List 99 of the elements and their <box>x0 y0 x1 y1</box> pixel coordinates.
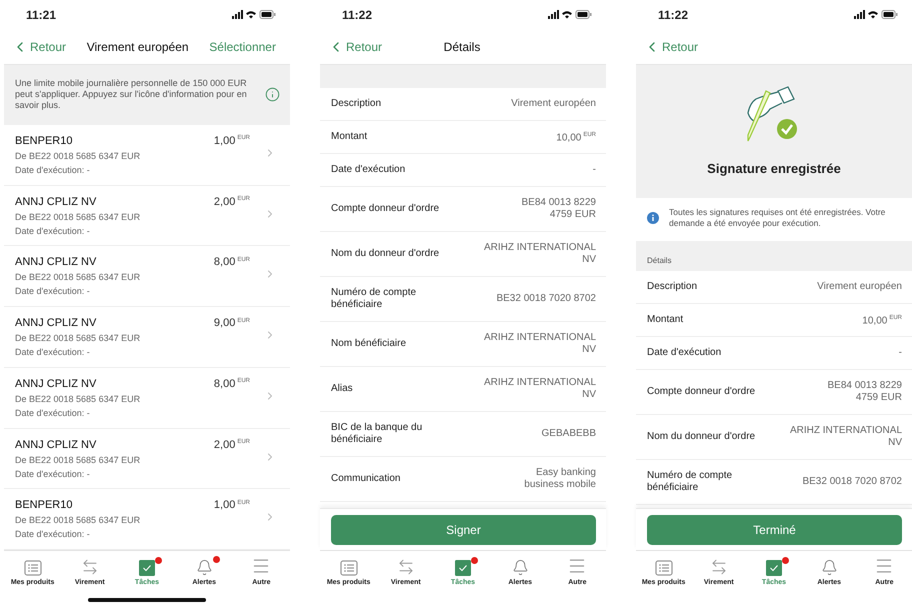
detail-label: Nom bénéficiaire <box>331 338 406 350</box>
detail-label: Numéro de compte bénéficiaire <box>647 470 732 494</box>
detail-value: Easy banking business mobile <box>524 467 596 491</box>
account-text: De BE22 0018 5685 6347 EUR <box>15 151 142 161</box>
beneficiary-name: BENPER10 <box>15 135 74 147</box>
detail-label: Nom du donneur d'ordre <box>331 248 440 260</box>
sign-button[interactable]: Signer <box>331 515 596 545</box>
detail-label: Description <box>647 281 698 293</box>
detail-value: ARIHZ INTERNATIONAL NV <box>484 242 596 266</box>
detail-label: Communication <box>331 473 400 485</box>
status-icons <box>548 10 592 20</box>
detail-label: Nom du donneur d'ordre <box>647 431 756 443</box>
detail-value: Virement européen <box>511 98 596 110</box>
page-title: Virement européen <box>86 40 189 54</box>
amount-text: 2,00 $^{EUR}$ <box>214 438 250 451</box>
amount-text: 1,00 $^{EUR}$ <box>214 499 250 512</box>
detail-value: ARIHZ INTERNATIONAL NV <box>484 377 596 401</box>
detail-value: ARIHZ INTERNATIONAL NV <box>484 332 596 356</box>
account-text: De BE22 0018 5685 6347 EUR <box>15 454 142 465</box>
detail-label: Compte donneur d'ordre <box>331 203 440 215</box>
done-button[interactable]: Terminé <box>647 515 902 545</box>
detail-label: BIC de la banque du bénéficiaire <box>331 422 422 446</box>
list-icon <box>24 560 42 576</box>
beneficiary-name: ANNJ CPLIZ NV <box>15 317 98 330</box>
detail-label: Date d'exécution <box>647 347 722 359</box>
back-button[interactable]: Retour <box>644 39 698 55</box>
status-time: 11:22 <box>342 8 372 22</box>
date-text: Date d'exécution: - <box>15 408 91 418</box>
account-text: De BE22 0018 5685 6347 EUR <box>15 212 142 222</box>
date-text: Date d'exécution: - <box>15 165 91 175</box>
detail-label: Description <box>331 98 382 110</box>
bell-icon <box>820 559 838 576</box>
detail-value: BE32 0018 7020 8702 <box>802 476 902 488</box>
detail-label: Date d'exécution <box>331 164 406 176</box>
transfer-row[interactable]: ANNJ CPLIZ NV De BE22 0018 5685 6347 EUR Date d'exécution: - 9,00 $^{EUR}$ <box>4 307 290 368</box>
detail-value: BE84 0013 8229 4759 EUR <box>521 197 596 221</box>
beneficiary-name: BENPER10 <box>15 499 74 512</box>
transfer-row[interactable]: ANNJ CPLIZ NV De BE22 0018 5685 6347 EUR Date d'exécution: - 2,00 $^{EUR}$ <box>4 428 290 490</box>
account-text: De BE22 0018 5685 6347 EUR <box>15 333 142 344</box>
notice-text: Une limite mobile journalière personnelle de 150 000 EUR peut s'appliquer. Appuyez sur l'icône d'information pour en savoir plus. <box>15 78 248 111</box>
detail-label: Numéro de compte bénéficiaire <box>331 287 416 311</box>
detail-value: GEBABEBB <box>542 428 596 440</box>
list-icon <box>340 560 358 576</box>
date-text: Date d'exécution: - <box>15 286 91 296</box>
checkbox-icon <box>454 560 471 576</box>
amount-text: 8,00 $^{EUR}$ <box>214 256 250 268</box>
detail-label: Alias <box>331 383 353 395</box>
account-text: De BE22 0018 5685 6347 EUR <box>15 515 142 526</box>
detail-value: BE84 0013 8229 4759 EUR <box>827 380 902 404</box>
detail-label: Compte donneur d'ordre <box>647 386 756 398</box>
detail-value: BE32 0018 7020 8702 <box>496 293 596 305</box>
transfer-row[interactable]: ANNJ CPLIZ NV De BE22 0018 5685 6347 EUR Date d'exécution: - 8,00 $^{EUR}$ <box>4 246 290 308</box>
back-button[interactable]: Retour <box>12 39 66 55</box>
detail-value: - <box>592 164 596 176</box>
info-icon[interactable] <box>265 87 280 102</box>
transfer-row[interactable]: BENPER10 De BE22 0018 5685 6347 EUR Date d'exécution: - 1,00 $^{EUR}$ <box>4 489 290 550</box>
checkbox-icon <box>138 560 155 576</box>
amount-text: 1,00 $^{EUR}$ <box>214 135 250 147</box>
status-icons <box>232 10 276 20</box>
amount-text: 9,00 $^{EUR}$ <box>214 317 250 330</box>
bell-icon <box>196 559 213 576</box>
detail-value: 10,00 $^{EUR}$ <box>862 314 902 328</box>
account-text: De BE22 0018 5685 6347 EUR <box>15 272 142 282</box>
checkbox-icon <box>766 560 782 576</box>
select-button[interactable]: Sélectionner <box>209 40 276 54</box>
status-time: 11:21 <box>26 8 56 22</box>
list-icon <box>654 560 673 576</box>
transfer-row[interactable]: BENPER10 De BE22 0018 5685 6347 EUR Date d'exécution: - 1,00 $^{EUR}$ <box>4 125 290 186</box>
arrows-icon <box>80 558 99 576</box>
detail-label: Montant <box>331 131 368 143</box>
amount-text: 8,00 $^{EUR}$ <box>214 378 250 390</box>
bell-icon <box>512 559 529 576</box>
amount-text: 2,00 $^{EUR}$ <box>214 196 250 208</box>
info-icon <box>647 212 659 224</box>
detail-value: Virement européen <box>817 281 902 293</box>
success-title: Signature enregistrée <box>707 161 841 176</box>
date-text: Date d'exécution: - <box>15 529 91 540</box>
confirmation-text: Toutes les signatures requises ont été enregistrées. Votre demande a été envoyée pour exécution. <box>669 207 886 229</box>
section-header: Détails <box>647 256 672 265</box>
detail-value: 10,00 $^{EUR}$ <box>556 130 596 145</box>
date-text: Date d'exécution: - <box>15 347 91 358</box>
transfer-row[interactable]: ANNJ CPLIZ NV De BE22 0018 5685 6347 EUR Date d'exécution: - 8,00 $^{EUR}$ <box>4 368 290 429</box>
arrows-icon <box>710 558 728 576</box>
date-text: Date d'exécution: - <box>15 226 91 236</box>
date-text: Date d'exécution: - <box>15 468 91 479</box>
detail-value: ARIHZ INTERNATIONAL NV <box>790 425 902 449</box>
status-time: 11:22 <box>658 8 688 22</box>
status-icons <box>854 10 898 20</box>
beneficiary-name: ANNJ CPLIZ NV <box>15 256 98 268</box>
arrows-icon <box>396 558 415 576</box>
beneficiary-name: ANNJ CPLIZ NV <box>15 378 98 390</box>
beneficiary-name: ANNJ CPLIZ NV <box>15 438 98 451</box>
transfer-row[interactable]: ANNJ CPLIZ NV De BE22 0018 5685 6347 EUR Date d'exécution: - 2,00 $^{EUR}$ <box>4 186 290 246</box>
detail-value: - <box>898 347 902 359</box>
page-title: Détails <box>444 40 480 54</box>
beneficiary-name: ANNJ CPLIZ NV <box>15 196 98 208</box>
account-text: De BE22 0018 5685 6347 EUR <box>15 394 142 404</box>
back-button[interactable]: Retour <box>328 39 382 55</box>
detail-label: Montant <box>647 314 684 326</box>
